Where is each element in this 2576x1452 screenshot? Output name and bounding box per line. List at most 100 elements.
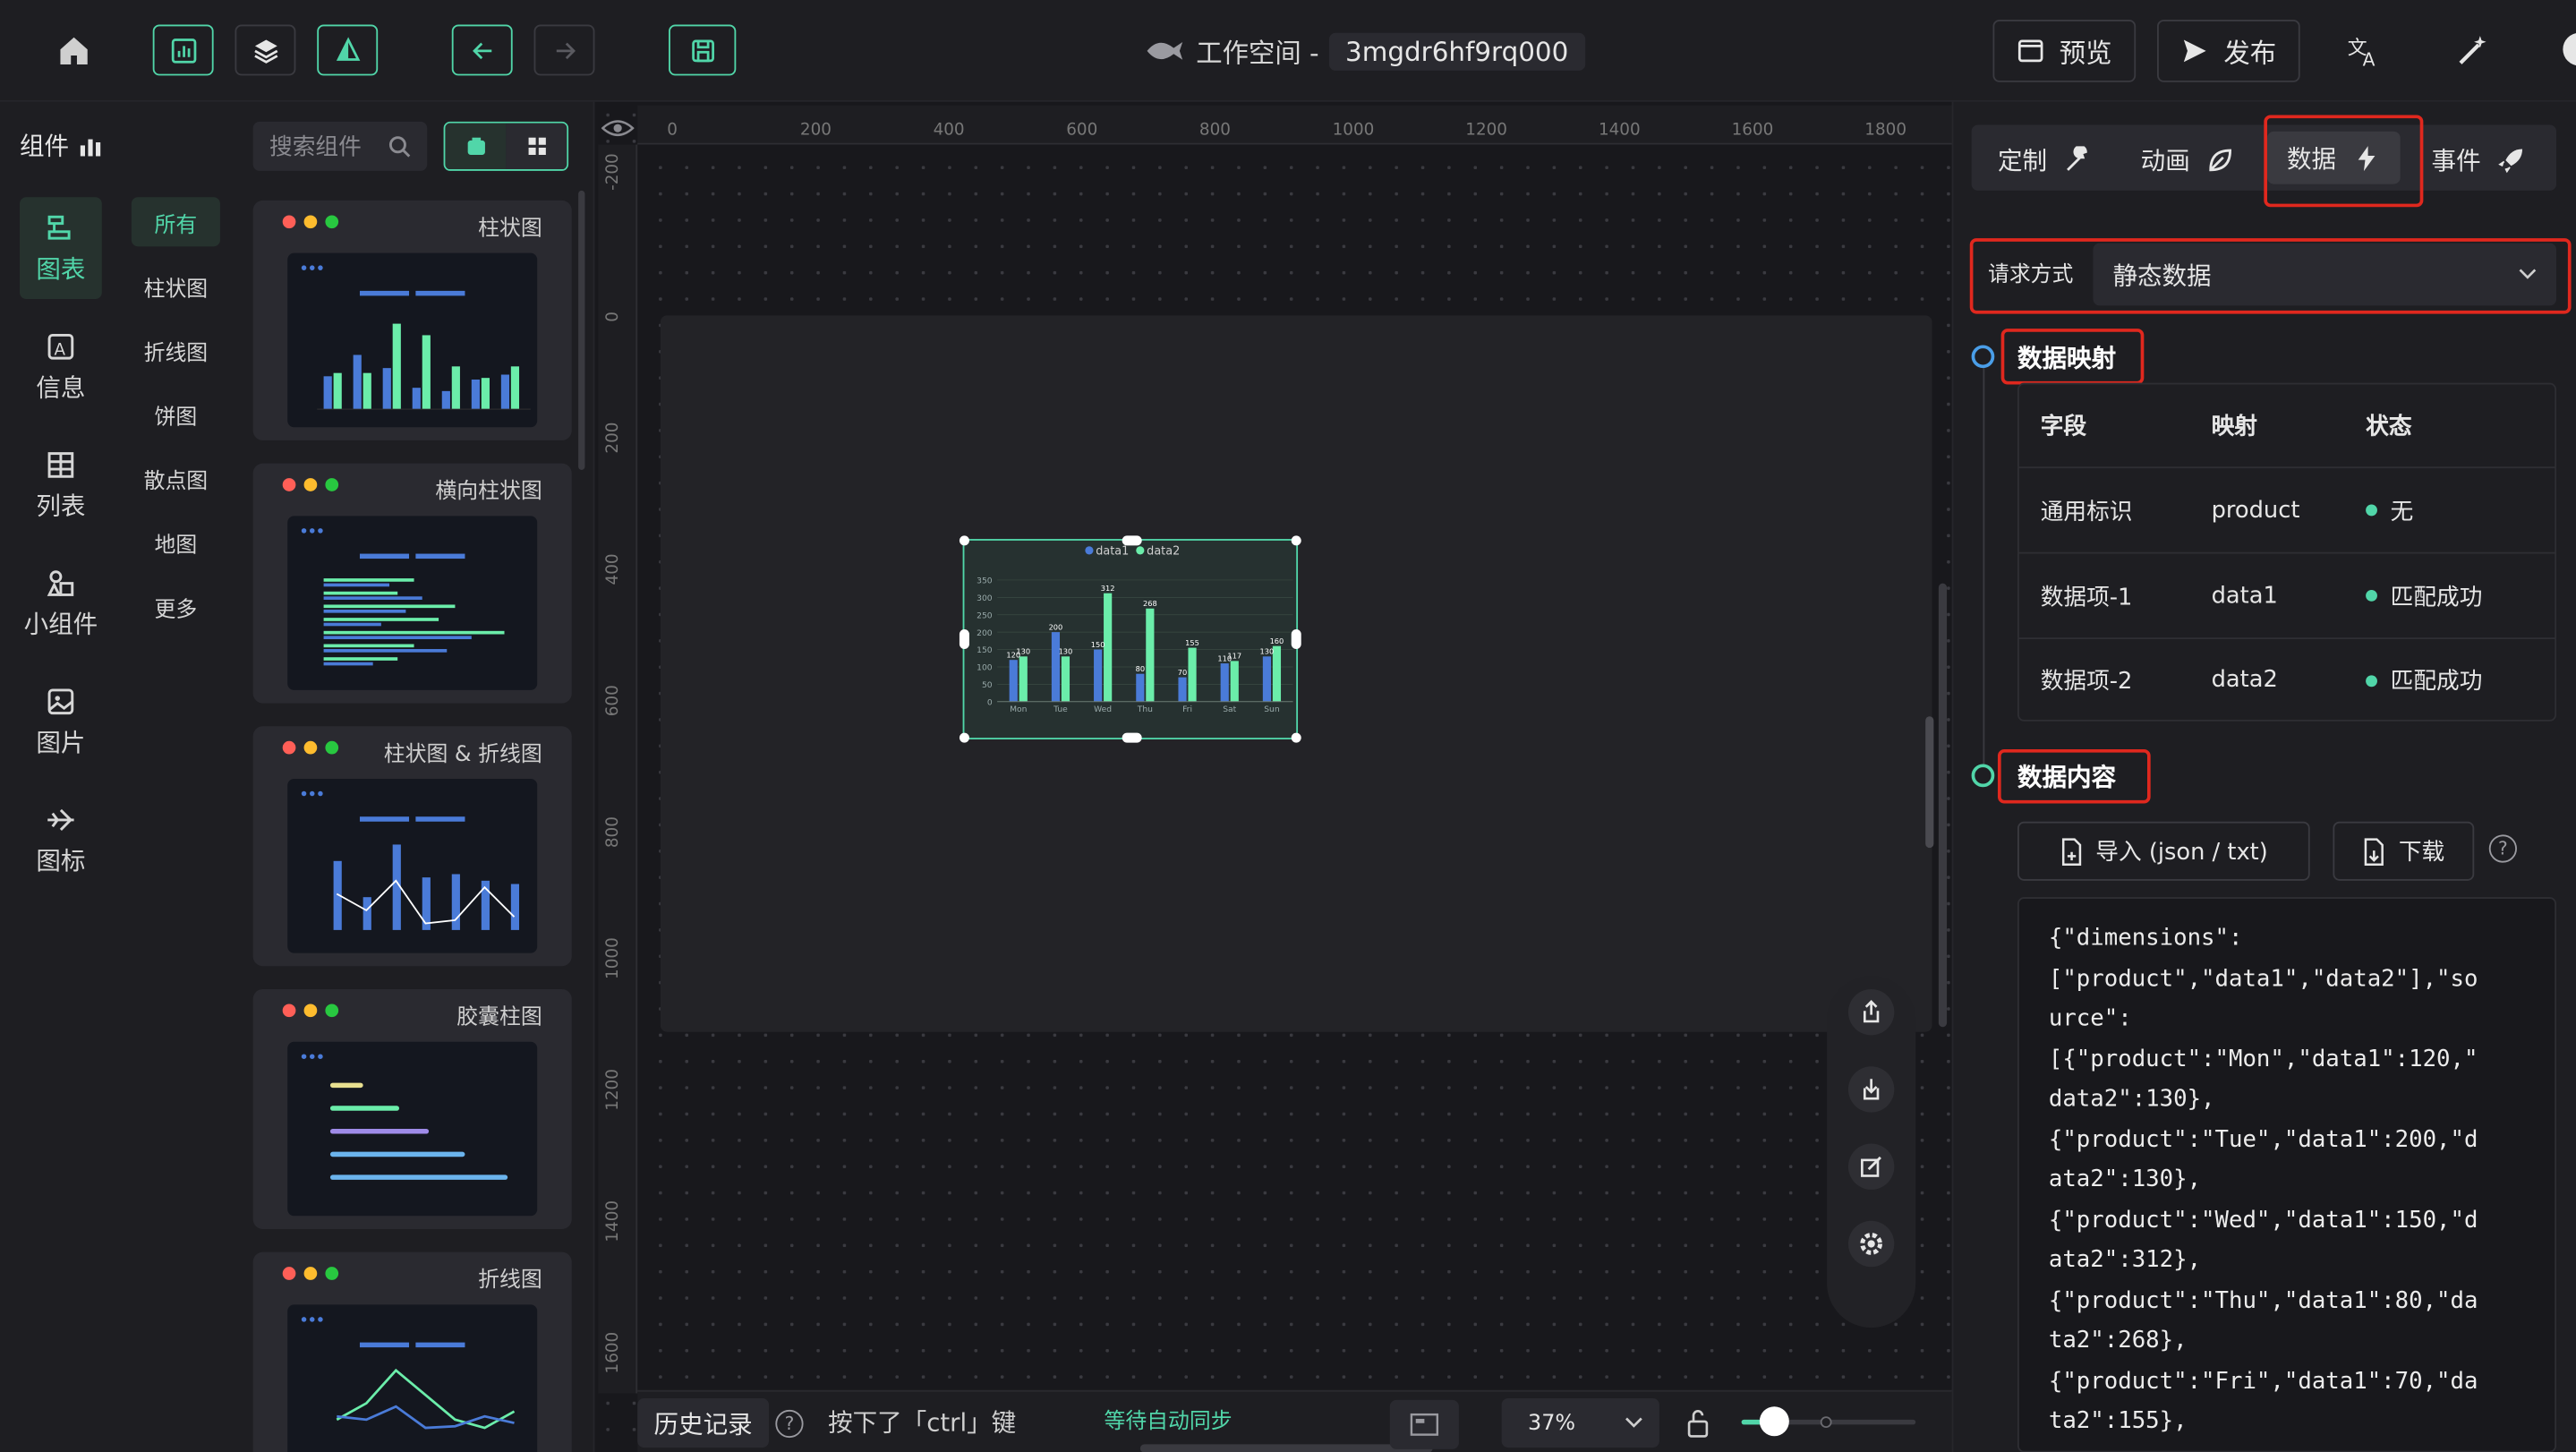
category-label: 信息	[36, 372, 86, 402]
subcategory-line[interactable]: 折线图	[132, 325, 220, 374]
json-line: {"product":"Thu","data1":80,"da	[2048, 1287, 2478, 1314]
bottom-bar: 历史记录 ? 按下了「ctrl」键 等待自动同步 37%	[637, 1389, 1952, 1452]
workspace-id[interactable]: 3mgdr6hf9rq000	[1328, 31, 1585, 71]
gear-icon	[1860, 1233, 1883, 1255]
category-widget[interactable]: 小组件	[20, 552, 102, 654]
component-card-capsule[interactable]: 胶囊柱图	[252, 988, 572, 1229]
eye-icon[interactable]	[601, 115, 635, 146]
subcategory-bar[interactable]: 柱状图	[132, 261, 220, 311]
import-button[interactable]	[1847, 1066, 1895, 1113]
status-dot	[2366, 504, 2377, 517]
legend-label: data1	[1096, 544, 1129, 558]
search-component-input[interactable]: 搜索组件	[252, 121, 428, 171]
redo-button[interactable]	[533, 24, 595, 76]
translate-icon[interactable]: 文A	[2346, 33, 2382, 76]
export-button[interactable]	[1847, 988, 1895, 1036]
chart-toggle-button[interactable]	[152, 24, 214, 76]
ruler-tick-label: 1400	[1598, 121, 1641, 141]
component-card-line[interactable]: 折线图	[252, 1251, 572, 1452]
ruler-tick-label: 800	[604, 816, 623, 849]
x-tick-label: Sat	[1223, 705, 1236, 714]
minimap-button[interactable]	[1389, 1399, 1459, 1449]
resize-handle-left[interactable]	[959, 628, 969, 650]
help-icon[interactable]: ?	[2488, 834, 2517, 863]
bar-thumbnail	[287, 252, 538, 428]
download-button[interactable]: 下载	[2333, 821, 2475, 881]
zoom-slider-handle[interactable]	[1759, 1406, 1789, 1437]
tab-event[interactable]: 事件	[2432, 138, 2526, 181]
resize-handle-bl[interactable]	[959, 732, 969, 743]
selected-bar-chart[interactable]: data1 data2 350 300 250 200 150 100 50 0 120 130 Mon…	[959, 535, 1301, 743]
json-editor[interactable]: {"dimensions": ["product","data1","data2"…	[2017, 897, 2557, 1452]
layers-button[interactable]	[235, 24, 296, 76]
grid-view-button[interactable]	[506, 123, 567, 170]
settings-button[interactable]	[1847, 1220, 1895, 1268]
tab-customize[interactable]: 定制	[1998, 138, 2092, 181]
left-scrollbar[interactable]	[578, 190, 585, 470]
row-status-text: 匹配成功	[2390, 669, 2483, 696]
subcategory-scatter[interactable]: 散点图	[132, 454, 220, 503]
bar-data1	[1094, 649, 1103, 702]
view-toggle	[443, 121, 569, 171]
resize-handle-right[interactable]	[1291, 628, 1301, 650]
legend-marker	[1136, 546, 1145, 555]
component-card-bar-line[interactable]: 柱状图 & 折线图	[252, 726, 572, 967]
theme-button[interactable]	[317, 24, 379, 76]
category-image[interactable]: 图片	[20, 670, 102, 773]
row-status: 匹配成功	[2366, 664, 2482, 697]
header-field: 字段	[2040, 413, 2087, 440]
subcategory-pie[interactable]: 饼图	[132, 389, 220, 439]
bar-data1	[1009, 660, 1018, 702]
card-view-button[interactable]	[445, 123, 507, 170]
resize-handle-tr[interactable]	[1291, 535, 1301, 546]
category-label: 图片	[36, 727, 86, 757]
minimap-icon	[1410, 1413, 1439, 1436]
category-chart[interactable]: 图表	[20, 197, 102, 300]
x-tick-label: Wed	[1094, 705, 1112, 714]
magic-wand-icon[interactable]	[2454, 33, 2490, 76]
row-status: 匹配成功	[2366, 579, 2482, 612]
h-scrollbar-thumb[interactable]	[1139, 1444, 1433, 1452]
tab-label: 事件	[2431, 145, 2481, 175]
header-status: 状态	[2366, 413, 2412, 440]
subcategory-more[interactable]: 更多	[132, 582, 220, 631]
resize-handle-br[interactable]	[1291, 732, 1301, 743]
row-field: 数据项-2	[2040, 669, 2133, 696]
category-info[interactable]: A 信息	[20, 315, 102, 417]
subcategory-all[interactable]: 所有	[131, 197, 220, 247]
preview-button[interactable]: 预览	[1992, 20, 2137, 82]
lock-icon[interactable]	[1685, 1408, 1710, 1444]
category-table[interactable]: 列表	[20, 434, 102, 536]
y-tick-label: 250	[977, 611, 993, 620]
bar-data2	[1061, 656, 1070, 702]
resize-handle-tl[interactable]	[959, 535, 969, 546]
edit-button[interactable]	[1847, 1143, 1895, 1190]
component-card-bar[interactable]: 柱状图	[252, 200, 572, 440]
search-placeholder: 搜索组件	[269, 134, 362, 161]
file-download-icon	[2364, 837, 2384, 866]
save-button[interactable]	[669, 24, 737, 76]
zoom-select[interactable]: 37%	[1501, 1398, 1659, 1448]
resize-handle-bottom[interactable]	[1122, 732, 1142, 743]
subcategory-map[interactable]: 地图	[132, 517, 220, 567]
help-icon[interactable]: ?	[775, 1409, 804, 1439]
canvas-scrollbar-thumb[interactable]	[1925, 716, 1934, 849]
import-json-button[interactable]: 导入 (json / txt)	[2017, 821, 2310, 881]
ruler-tick-label: 1400	[604, 1200, 623, 1243]
data-label: 200	[1049, 622, 1063, 631]
canvas-scrollbar[interactable]	[1938, 583, 1948, 1028]
home-icon[interactable]	[55, 33, 91, 69]
publish-button[interactable]: 发布	[2157, 20, 2300, 82]
component-card-horizontal-bar[interactable]: 横向柱状图	[252, 463, 572, 704]
category-icon[interactable]: 图标	[20, 789, 102, 891]
history-button[interactable]: 历史记录	[637, 1398, 770, 1448]
undo-button[interactable]	[451, 24, 513, 76]
ruler-tick-label: 1600	[604, 1331, 623, 1374]
resize-handle-top[interactable]	[1122, 535, 1142, 546]
x-tick-label: Thu	[1137, 705, 1153, 714]
zoom-slider[interactable]	[1741, 1406, 1916, 1437]
y-tick-label: 300	[977, 594, 993, 603]
tab-animation[interactable]: 动画	[2141, 138, 2235, 181]
y-tick-label: 100	[977, 663, 993, 673]
component-header-label: 组件	[20, 131, 70, 161]
